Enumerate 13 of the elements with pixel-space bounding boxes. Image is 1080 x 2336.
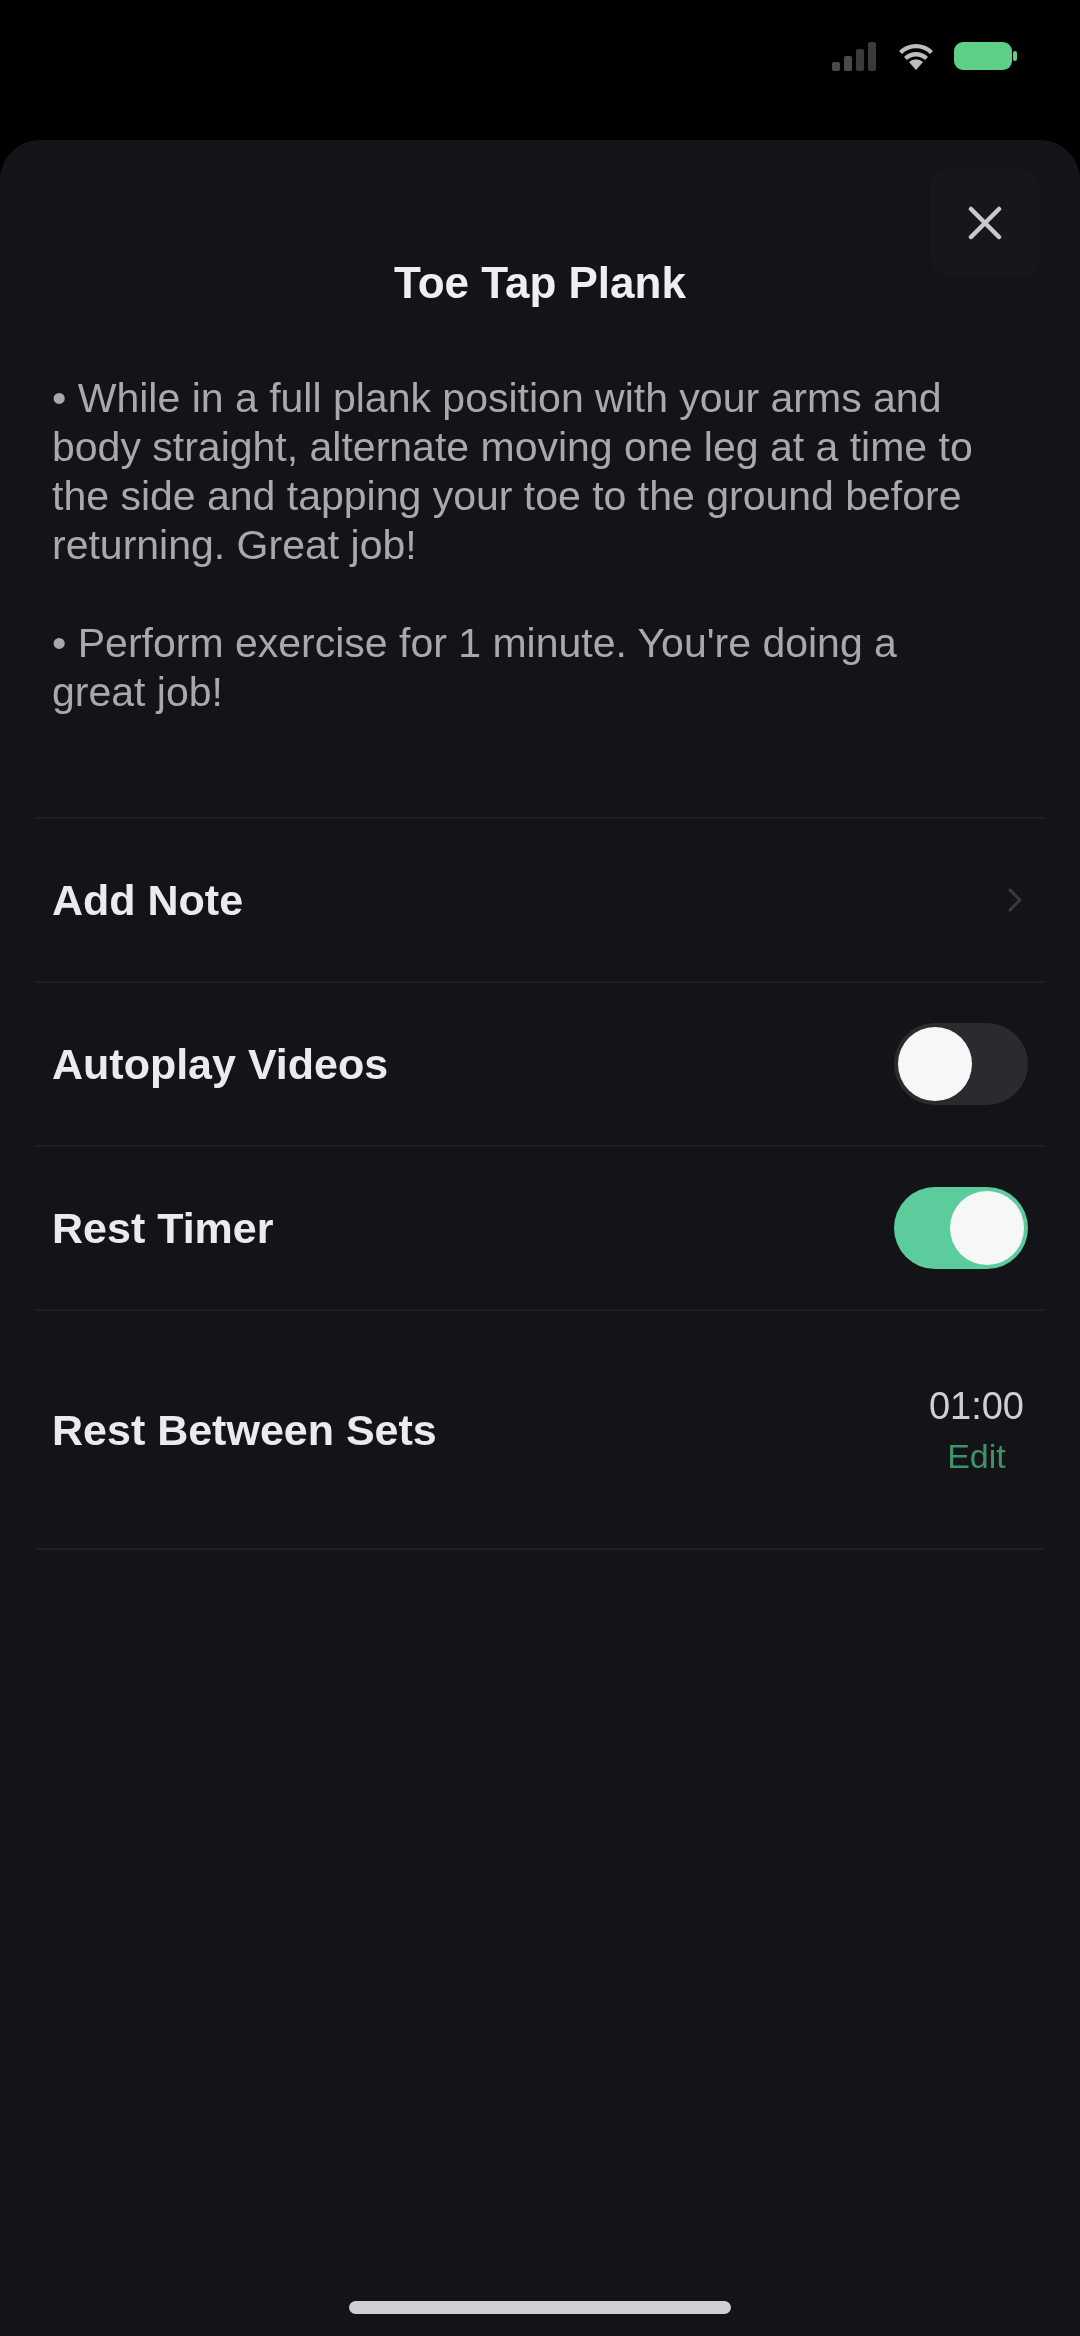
- setting-label: Rest Timer: [52, 1203, 274, 1253]
- edit-link[interactable]: Edit: [947, 1435, 1006, 1476]
- rest-time-value: 01:00: [928, 1383, 1024, 1428]
- exercise-title: Toe Tap Plank: [394, 257, 686, 309]
- instruction-text: • While in a full plank position with your arms and body straight, alternate moving one leg at a time to the side and tapping your toe to the ground before returning. Great job!: [52, 374, 974, 570]
- signal-icon: [832, 41, 878, 71]
- setting-label: Add Note: [52, 875, 244, 925]
- instruction-text: • Perform exercise for 1 minute. You're doing a great job!: [52, 619, 898, 717]
- setting-label: Autoplay Videos: [52, 1039, 389, 1089]
- chevron-right-icon: [1008, 888, 1022, 912]
- battery-icon: [954, 41, 1018, 71]
- setting-label: Rest Between Sets: [52, 1404, 437, 1455]
- close-icon: [968, 206, 1002, 240]
